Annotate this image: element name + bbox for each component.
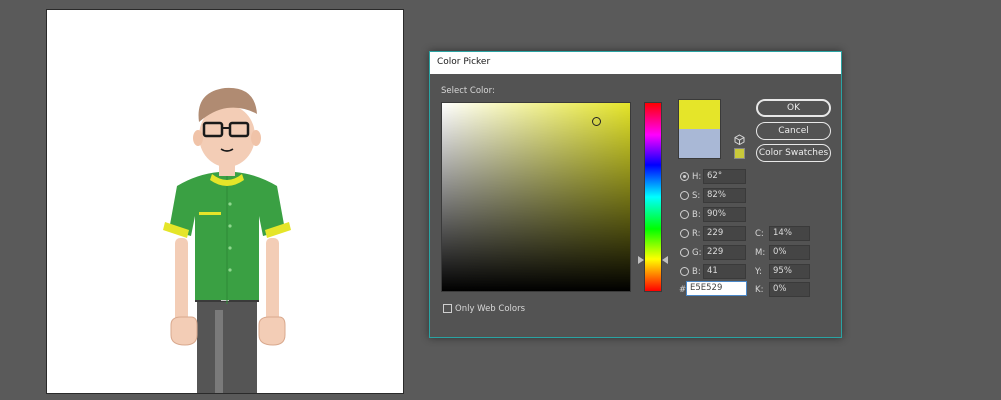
hue-label: H: [692,172,702,182]
cyan-field[interactable]: 14% [769,226,810,241]
brightness-radio[interactable] [680,210,689,219]
saturation-brightness-field[interactable] [441,102,631,292]
gamut-color-chip[interactable] [734,148,745,159]
blue-radio[interactable] [680,267,689,276]
color-picker-dialog: Color Picker Select Color: Only Web Colo… [429,51,842,338]
green-radio[interactable] [680,248,689,257]
yellow-field[interactable]: 95% [769,264,810,279]
hue-radio[interactable] [680,172,689,181]
only-web-colors-checkbox[interactable] [443,304,452,313]
cyan-label: C: [755,229,764,239]
color-swatches-button[interactable]: Color Swatches [756,144,831,162]
hue-slider[interactable] [644,102,662,292]
hue-slider-arrow-left-icon[interactable] [638,256,644,264]
green-field[interactable]: 229 [703,245,746,260]
red-radio[interactable] [680,229,689,238]
character-illustration [163,87,291,393]
blue-label: B: [692,267,701,277]
dialog-title: Color Picker [437,57,491,67]
color-picker-ring-icon[interactable] [592,117,601,126]
yellow-label: Y: [755,267,762,277]
ok-button[interactable]: OK [756,99,831,117]
magenta-field[interactable]: 0% [769,245,810,260]
black-field[interactable]: 0% [769,282,810,297]
select-color-label: Select Color: [441,86,495,96]
brightness-field[interactable]: 90% [703,207,746,222]
hue-field[interactable]: 62° [703,169,746,184]
cancel-button[interactable]: Cancel [756,122,831,140]
saturation-radio[interactable] [680,191,689,200]
blue-field[interactable]: 41 [703,264,746,279]
original-color-swatch[interactable] [678,129,721,159]
new-color-swatch [678,99,721,129]
out-of-gamut-cube-icon[interactable] [734,134,745,145]
only-web-colors-label: Only Web Colors [455,304,526,314]
red-label: R: [692,229,701,239]
dialog-titlebar[interactable]: Color Picker [430,52,841,74]
red-field[interactable]: 229 [703,226,746,241]
magenta-label: M: [755,248,766,258]
artboard-canvas[interactable] [46,9,404,394]
green-label: G: [692,248,702,258]
black-label: K: [755,285,764,295]
saturation-label: S: [692,191,701,201]
saturation-field[interactable]: 82% [703,188,746,203]
hex-input[interactable]: E5E529 [686,281,747,296]
hue-slider-arrow-right-icon[interactable] [662,256,668,264]
brightness-label: B: [692,210,701,220]
